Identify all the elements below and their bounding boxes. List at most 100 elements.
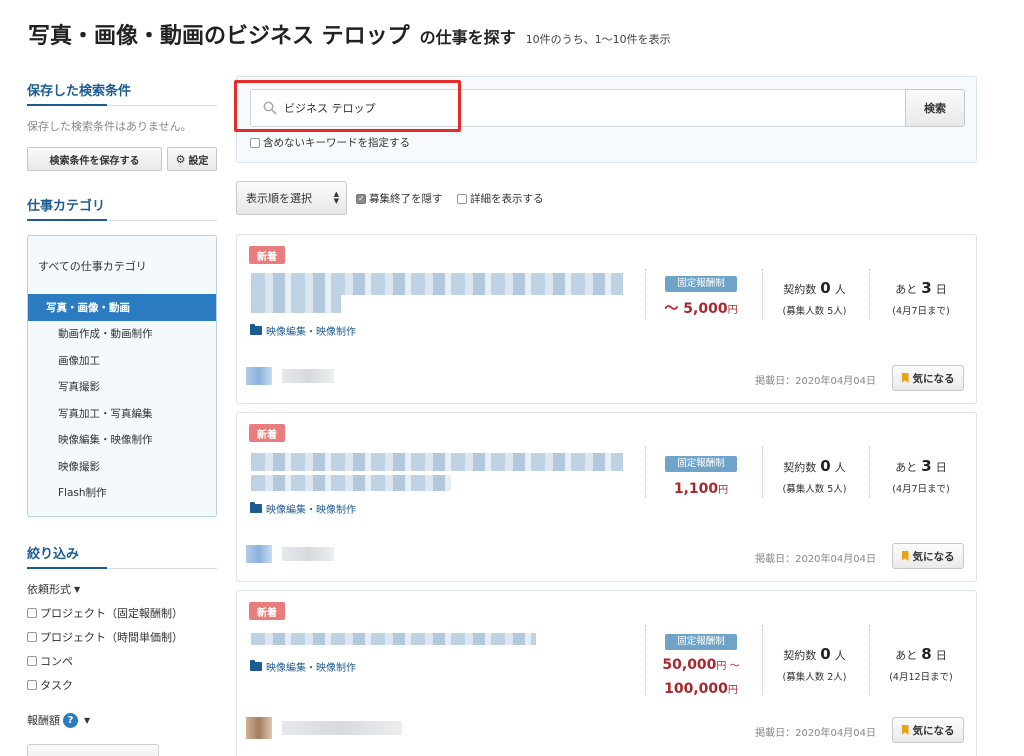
subcategory-item[interactable]: 動画作成・動画制作 (28, 321, 216, 348)
saved-searches-heading: 保存した検索条件 (27, 80, 217, 106)
job-title-blurred[interactable] (251, 295, 341, 313)
page-title-suffix: の仕事を探す (419, 28, 516, 47)
search-value: ビジネス テロップ (284, 102, 376, 115)
search-button[interactable]: 検索 (905, 89, 965, 127)
page-header: 写真・画像・動画のビジネス テロップ の仕事を探す 10件のうち、1〜10件を表… (28, 18, 671, 50)
remaining-column: あと 3 日 (4月7日まで) (892, 279, 950, 317)
checkbox[interactable] (457, 193, 467, 204)
price-value: 〜 5,000円 (664, 301, 738, 317)
settings-button[interactable]: ⚙ 設定 (167, 147, 217, 171)
category-label: 映像編集・映像制作 (266, 663, 356, 674)
filter-heading: 絞り込み (27, 543, 217, 569)
client-avatar-blurred[interactable] (246, 717, 272, 739)
new-badge: 新着 (249, 424, 285, 442)
client-name-blurred[interactable] (282, 721, 402, 735)
favorite-label: 気になる (912, 550, 955, 563)
bookmark-icon (901, 373, 909, 383)
contract-column: 契約数 0 人 (募集人数 5人) (782, 457, 847, 495)
caret-down-icon: ▼ (84, 715, 91, 725)
job-category[interactable]: 映像編集・映像制作 (250, 501, 356, 516)
exclude-keywords-toggle[interactable]: 含めないキーワードを指定する (250, 135, 410, 150)
subcategory-item[interactable]: 写真撮影 (28, 374, 216, 401)
favorite-label: 気になる (912, 724, 955, 737)
checkbox-checked[interactable] (356, 193, 366, 204)
price-column: 固定報酬制 50,000円 〜 100,000円 (645, 633, 757, 702)
sort-select[interactable]: 表示順を選択 ▲ ▼ (236, 181, 347, 215)
show-details-label: 詳細を表示する (470, 193, 544, 205)
select-arrows-icon: ▲ ▼ (333, 190, 339, 205)
price-type-label: 固定報酬制 (665, 276, 737, 292)
hide-closed-toggle[interactable]: 募集終了を隠す (356, 191, 443, 206)
request-type-option[interactable]: タスク (27, 673, 217, 697)
job-title-blurred[interactable] (251, 475, 451, 491)
reward-select[interactable] (27, 744, 159, 756)
checkbox[interactable] (250, 137, 260, 148)
result-count: 10件のうち、1〜10件を表示 (525, 33, 671, 46)
job-card[interactable]: 新着 映像編集・映像制作 固定報酬制 1,100円 契約数 0 人 (募集人数 5人… (236, 412, 977, 582)
client-name-blurred[interactable] (282, 369, 334, 383)
remaining-column: あと 3 日 (4月7日まで) (892, 457, 950, 495)
folder-icon (250, 324, 262, 335)
favorite-label: 気になる (912, 372, 955, 385)
bookmark-icon (901, 551, 909, 561)
checkbox[interactable] (27, 632, 37, 642)
favorite-button[interactable]: 気になる (892, 543, 964, 569)
posted-date: 掲載日：2020年04月04日 (755, 554, 876, 565)
request-type-toggle[interactable]: 依頼形式 ▼ (27, 581, 217, 597)
price-column: 固定報酬制 1,100円 (645, 455, 757, 502)
saved-searches-note: 保存した検索条件はありません。 (27, 120, 192, 133)
posted-date: 掲載日：2020年04月04日 (755, 728, 876, 739)
job-title-blurred[interactable] (251, 633, 536, 645)
price-value: 1,100円 (673, 481, 729, 497)
request-type-option[interactable]: コンペ (27, 649, 217, 673)
job-card[interactable]: 新着 映像編集・映像制作 固定報酬制 〜 5,000円 契約数 0 人 (募集人数 … (236, 234, 977, 404)
job-title-blurred[interactable] (251, 273, 623, 295)
settings-label: 設定 (188, 155, 209, 167)
category-all[interactable]: すべての仕事カテゴリ (28, 258, 216, 280)
reward-toggle[interactable]: 報酬額 ? ▼ (27, 712, 217, 728)
checkbox[interactable] (27, 680, 37, 690)
category-heading: 仕事カテゴリ (27, 195, 217, 221)
client-avatar-blurred[interactable] (246, 367, 272, 385)
subcategory-item[interactable]: 写真加工・写真編集 (28, 401, 216, 428)
client-name-blurred[interactable] (282, 547, 334, 561)
favorite-button[interactable]: 気になる (892, 717, 964, 743)
job-card[interactable]: 新着 映像編集・映像制作 固定報酬制 50,000円 〜 100,000円 契約… (236, 590, 977, 756)
gear-icon: ⚙ (175, 152, 186, 166)
job-category[interactable]: 映像編集・映像制作 (250, 659, 356, 674)
request-type-label: 依頼形式 (27, 583, 71, 596)
contract-column: 契約数 0 人 (募集人数 5人) (782, 279, 847, 317)
subcategory-item[interactable]: Flash制作 (28, 480, 216, 507)
checkbox[interactable] (27, 608, 37, 618)
folder-icon (250, 660, 262, 671)
category-label: 映像編集・映像制作 (266, 505, 356, 516)
search-input[interactable]: ビジネス テロップ (250, 89, 906, 127)
option-label: プロジェクト（時間単価制） (40, 631, 183, 644)
request-type-option[interactable]: プロジェクト（固定報酬制） (27, 601, 217, 625)
show-details-toggle[interactable]: 詳細を表示する (457, 191, 544, 206)
category-list: すべての仕事カテゴリ 写真・画像・動画 動画作成・動画制作 画像加工 写真撮影 … (27, 235, 217, 517)
bookmark-icon (901, 725, 909, 735)
save-search-button[interactable]: 検索条件を保存する (27, 147, 162, 171)
hide-closed-label: 募集終了を隠す (369, 193, 443, 205)
page-title: 写真・画像・動画のビジネス テロップ (28, 24, 410, 49)
category-active[interactable]: 写真・画像・動画 (28, 294, 216, 321)
reward-label: 報酬額 (27, 714, 60, 727)
job-title-blurred[interactable] (251, 453, 623, 471)
subcategory-item[interactable]: 映像編集・映像制作 (28, 427, 216, 454)
subcategory-item[interactable]: 映像撮影 (28, 454, 216, 481)
price-type-label: 固定報酬制 (665, 456, 737, 472)
request-type-option[interactable]: プロジェクト（時間単価制） (27, 625, 217, 649)
help-icon[interactable]: ? (63, 712, 78, 728)
option-label: プロジェクト（固定報酬制） (40, 607, 183, 620)
price-value: 50,000円 〜 100,000円 (662, 657, 740, 697)
job-category[interactable]: 映像編集・映像制作 (250, 323, 356, 338)
subcategory-item[interactable]: 画像加工 (28, 348, 216, 375)
favorite-button[interactable]: 気になる (892, 365, 964, 391)
caret-down-icon: ▼ (74, 584, 81, 594)
price-type-label: 固定報酬制 (665, 634, 737, 650)
new-badge: 新着 (249, 602, 285, 620)
client-avatar-blurred[interactable] (246, 545, 272, 563)
sidebar: 保存した検索条件 保存した検索条件はありません。 検索条件を保存する ⚙ 設定 … (27, 80, 217, 756)
checkbox[interactable] (27, 656, 37, 666)
